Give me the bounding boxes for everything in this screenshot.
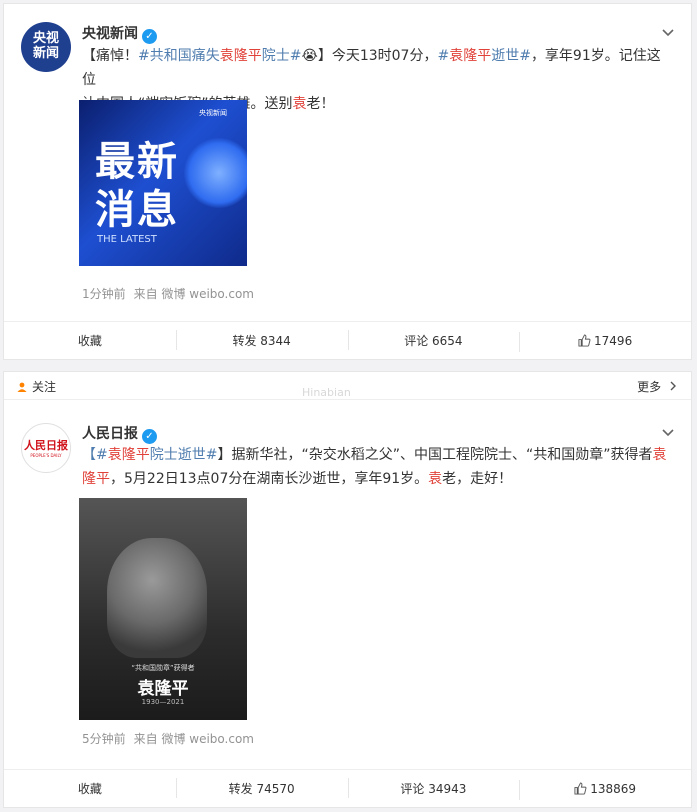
comment-button[interactable]: 评论 34943 [347, 778, 520, 798]
image-subtext: THE LATEST [97, 234, 157, 245]
like-button[interactable]: 17496 [519, 331, 691, 352]
hashtag-text[interactable]: #共和国痛失 [138, 48, 220, 64]
hashtag-highlight[interactable]: 袁隆平 [449, 48, 491, 64]
follow-bar: 关注 Hinabian 更多 [4, 372, 691, 400]
favorite-button[interactable]: 收藏 [4, 332, 176, 349]
follow-button[interactable]: 关注 [16, 378, 56, 395]
verified-icon: ✓ [142, 429, 157, 444]
action-bar: 收藏 转发 8344 评论 6654 17496 [4, 321, 691, 359]
favorite-label[interactable]: 收藏 [78, 782, 102, 796]
author-name[interactable]: 人民日报 ✓ [82, 423, 157, 444]
post-text-segment: 】今天13时07分， [317, 48, 438, 64]
post-text-segment: 老！ [306, 96, 335, 112]
thumbs-up-icon[interactable] [578, 333, 591, 347]
hashtag-text[interactable]: 【# [82, 447, 108, 463]
comment-label[interactable]: 评论 6654 [404, 334, 462, 348]
user-icon [17, 382, 27, 392]
post-image[interactable]: 最新消息 THE LATEST 央视新闻 [79, 100, 247, 266]
comment-label[interactable]: 评论 34943 [400, 782, 466, 796]
post-time[interactable]: 1分钟前 [82, 287, 126, 301]
like-count[interactable]: 17496 [594, 334, 632, 348]
more-link[interactable]: 更多 [637, 378, 677, 395]
comment-button[interactable]: 评论 6654 [347, 330, 520, 350]
hashtag-text[interactable]: # [437, 48, 449, 64]
image-corner-label: 央视新闻 [199, 109, 227, 117]
like-count[interactable]: 138869 [590, 782, 636, 796]
hashtag-link[interactable]: 【#袁隆平院士逝世# [82, 447, 217, 463]
crying-emoji-icon: 😭 [301, 48, 318, 64]
repost-label[interactable]: 转发 8344 [232, 334, 290, 348]
post-meta: 1分钟前 来自 微博 weibo.com [82, 285, 262, 302]
hashtag-highlight[interactable]: 袁隆平 [108, 447, 150, 463]
image-headline: 最新消息 [95, 138, 195, 234]
verified-icon: ✓ [142, 29, 157, 44]
avatar-text: 新闻 [32, 46, 59, 61]
favorite-label[interactable]: 收藏 [78, 334, 102, 348]
post-meta: 5分钟前 来自 微博 weibo.com [82, 730, 262, 747]
author-name-text[interactable]: 人民日报 [82, 426, 138, 442]
post-source[interactable]: 来自 微博 weibo.com [134, 732, 254, 746]
highlight-text: 袁 [428, 471, 443, 487]
post-source[interactable]: 来自 微博 weibo.com [134, 287, 254, 301]
portrait-figure [107, 538, 207, 658]
hashtag-text[interactable]: 院士# [262, 48, 302, 64]
avatar-text: 央视 [32, 31, 59, 46]
avatar[interactable]: 人民日报 PEOPLE'S DAILY [21, 423, 71, 473]
image-caption: “共和国勋章”获得者 [131, 664, 195, 672]
avatar-text: 人民日报 [24, 439, 68, 452]
avatar-subtext: PEOPLE'S DAILY [30, 453, 62, 458]
hashtag-link[interactable]: #袁隆平逝世# [437, 48, 530, 64]
author-name-text[interactable]: 央视新闻 [82, 26, 138, 42]
author-name[interactable]: 央视新闻 ✓ [82, 23, 157, 44]
post-text-segment: ，5月22日13点07分在湖南长沙逝世，享年91岁。 [110, 471, 429, 487]
chevron-down-icon[interactable] [661, 426, 675, 440]
image-headline-text: 最新消息 [95, 139, 179, 233]
hashtag-link[interactable]: #共和国痛失袁隆平院士# [138, 48, 301, 64]
chevron-down-icon[interactable] [661, 26, 675, 40]
repost-button[interactable]: 转发 74570 [175, 778, 348, 798]
watermark: Hinabian [302, 386, 351, 399]
image-name: 袁隆平 [137, 679, 189, 699]
hashtag-text[interactable]: 逝世# [491, 48, 531, 64]
post-time[interactable]: 5分钟前 [82, 732, 126, 746]
action-bar: 收藏 转发 74570 评论 34943 138869 [4, 769, 691, 807]
highlight-text: 隆平 [82, 471, 110, 487]
image-years: 1930—2021 [141, 698, 185, 706]
hashtag-text[interactable]: 院士逝世# [150, 447, 218, 463]
chevron-right-icon[interactable] [669, 381, 677, 391]
avatar[interactable]: 央视 新闻 [21, 22, 71, 72]
favorite-button[interactable]: 收藏 [4, 780, 176, 797]
post-text-segment: 【痛悼！ [82, 48, 138, 64]
hashtag-highlight[interactable]: 袁隆平 [220, 48, 262, 64]
post-text-segment: 】据新华社，“杂交水稻之父”、中国工程院院士、“共和国勋章”获得者 [217, 447, 653, 463]
highlight-text: 袁 [652, 447, 667, 463]
highlight-text: 袁 [292, 96, 307, 112]
post-text-segment: 老，走好！ [442, 471, 513, 487]
weibo-post-cctv: 央视 新闻 央视新闻 ✓ 【痛悼！#共和国痛失袁隆平院士#😭】今天13时07分，#… [3, 3, 692, 360]
post-image[interactable]: “共和国勋章”获得者 袁隆平 1930—2021 [79, 498, 247, 720]
repost-button[interactable]: 转发 8344 [175, 330, 348, 350]
repost-label[interactable]: 转发 74570 [229, 782, 295, 796]
follow-label[interactable]: 关注 [32, 378, 56, 395]
post-text: 【#袁隆平院士逝世#】据新华社，“杂交水稻之父”、中国工程院院士、“共和国勋章”… [82, 443, 672, 491]
more-label[interactable]: 更多 [637, 380, 661, 394]
like-button[interactable]: 138869 [519, 779, 691, 800]
thumbs-up-icon[interactable] [574, 781, 587, 795]
weibo-post-peoples-daily: 关注 Hinabian 更多 人民日报 PEOPLE'S DAILY 人民日报 ✓… [3, 371, 692, 808]
